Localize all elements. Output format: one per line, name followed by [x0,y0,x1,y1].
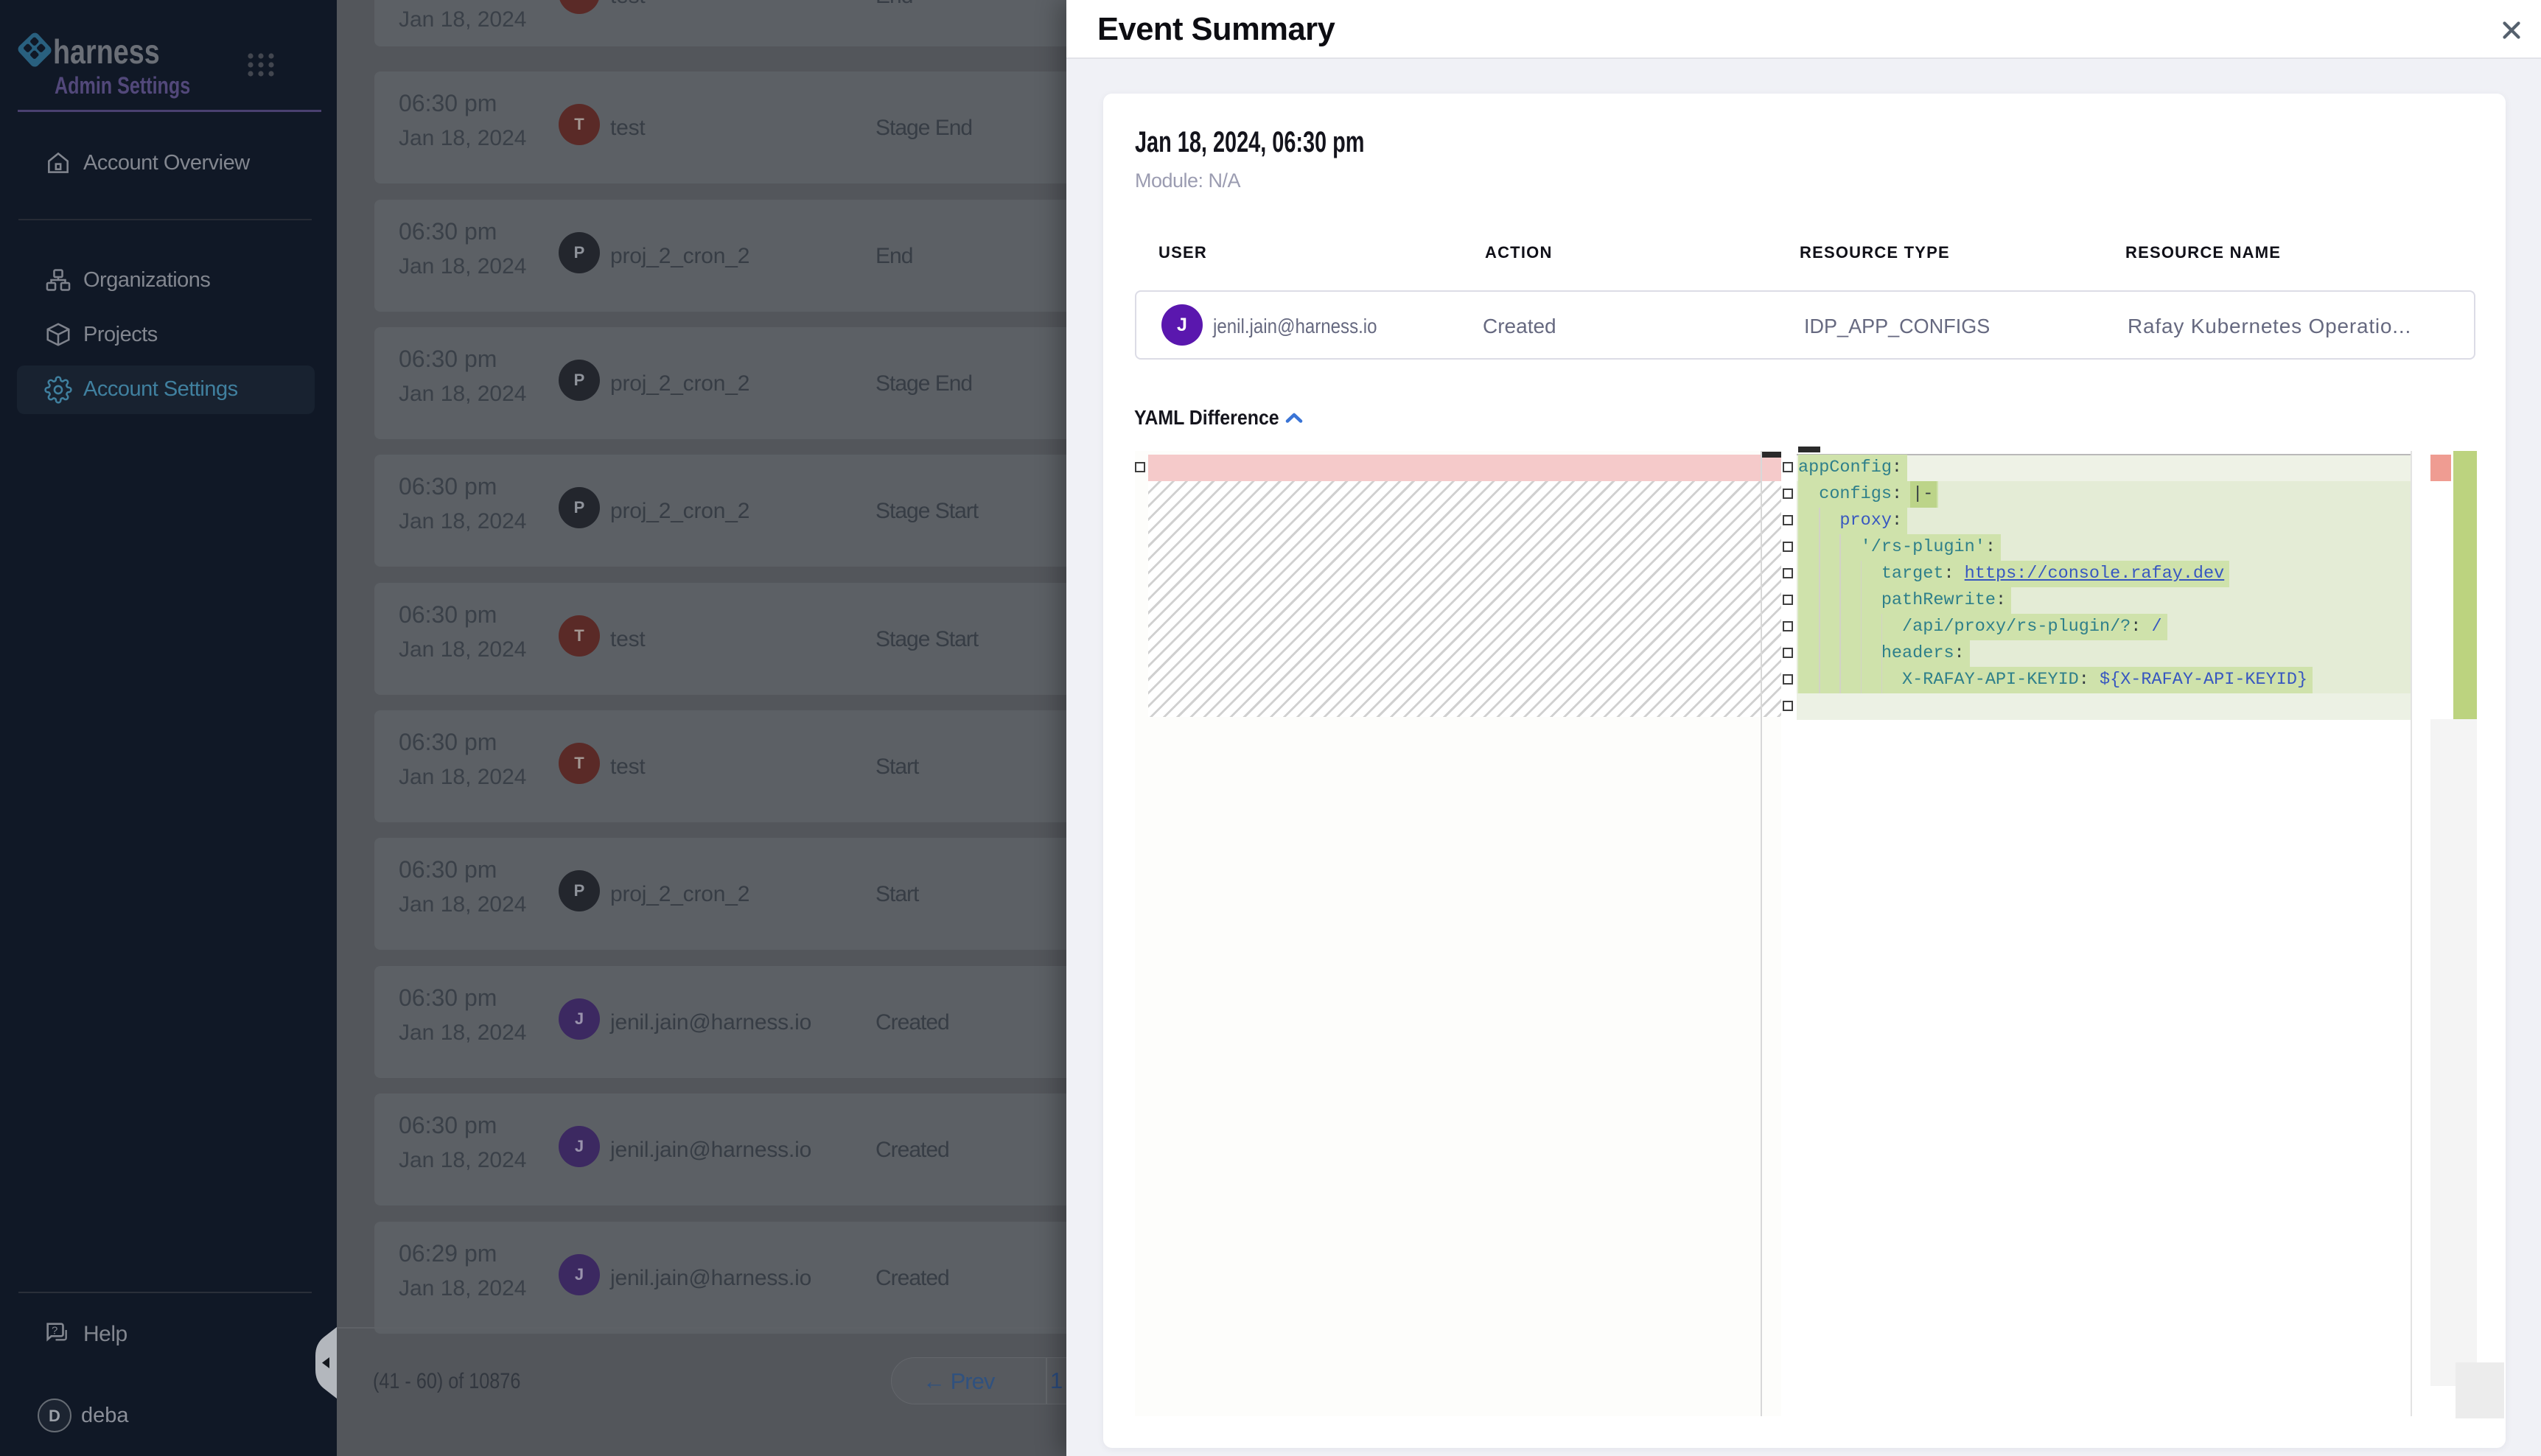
svg-text:?: ? [52,1325,57,1337]
